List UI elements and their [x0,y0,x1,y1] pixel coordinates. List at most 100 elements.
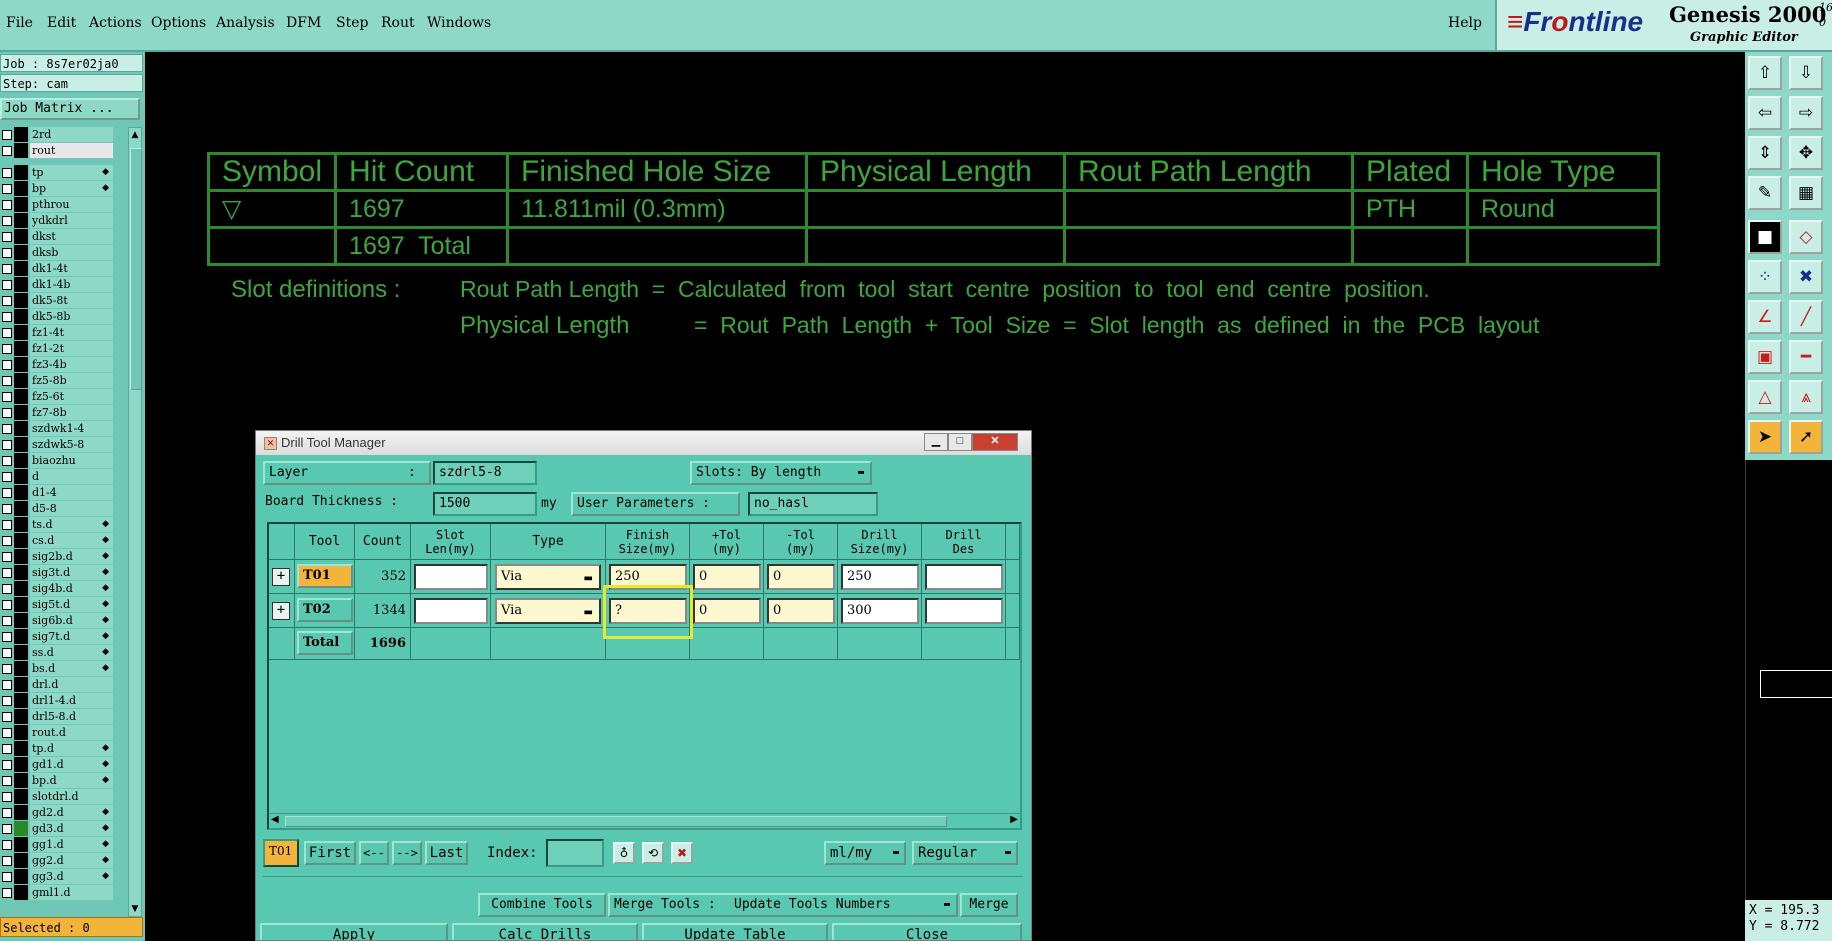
layer-name[interactable]: bs.d ◆ [30,661,113,676]
layer-checkbox[interactable] [2,376,12,386]
layer-color-swatch[interactable] [14,693,28,708]
layer-row[interactable]: biaozhu [0,453,116,469]
layer-name[interactable]: dk1-4b [30,277,113,292]
layer-checkbox[interactable] [2,344,12,354]
drill-des-input[interactable] [925,564,1003,590]
layer-color-swatch[interactable] [14,357,28,372]
layer-row[interactable]: sig7t.d ◆ [0,629,116,645]
layer-name[interactable]: fz3-4b [30,357,113,372]
layer-name[interactable]: bp ◆ [30,181,113,196]
layer-color-swatch[interactable] [14,373,28,388]
fill-mode-icon[interactable]: ■ [1748,220,1782,254]
menu-dfm[interactable]: DFM [286,15,321,31]
select-area-icon[interactable]: ➚ [1789,420,1823,454]
layer-checkbox[interactable] [2,440,12,450]
delete-icon[interactable]: ✖ [671,842,693,864]
layer-checkbox[interactable] [2,328,12,338]
layer-row[interactable]: szdwk5-8 [0,437,116,453]
layer-row[interactable]: gd1.d ◆ [0,757,116,773]
mode-selector[interactable]: Regular ▬ [912,841,1018,865]
layer-name[interactable]: rout [30,143,113,158]
layer-name[interactable]: dkst [30,229,113,244]
layer-name[interactable]: rout.d [30,725,113,740]
triangle-icon[interactable]: △ [1748,380,1782,414]
layer-row[interactable]: dksb [0,245,116,261]
job-matrix-button[interactable]: Job Matrix ... [0,98,140,120]
layer-color-swatch[interactable] [14,325,28,340]
prev-button[interactable]: <-- [359,841,389,865]
layer-checkbox[interactable] [2,568,12,578]
layer-name[interactable]: tp.d ◆ [30,741,113,756]
layer-name[interactable]: szdwk5-8 [30,437,113,452]
snap-pads-icon[interactable]: ⁘ [1748,260,1782,294]
layer-name[interactable]: fz5-6t [30,389,113,404]
layer-checkbox[interactable] [2,664,12,674]
slot-len-input[interactable] [414,598,488,624]
layer-checkbox[interactable] [2,632,12,642]
layer-color-swatch[interactable] [14,629,28,644]
layer-row[interactable]: cs.d ◆ [0,533,116,549]
layer-checkbox[interactable] [2,760,12,770]
layer-name[interactable]: sig6b.d ◆ [30,613,113,628]
layer-color-swatch[interactable] [14,741,28,756]
menu-actions[interactable]: Actions [89,15,142,31]
layer-name[interactable]: d1-4 [30,485,113,500]
layer-color-swatch[interactable] [14,709,28,724]
user-parameters-button[interactable]: User Parameters : [571,492,740,516]
snap-center-icon[interactable]: ✖ [1789,260,1823,294]
layer-name[interactable]: gg2.d ◆ [30,853,113,868]
layer-checkbox[interactable] [2,488,12,498]
layer-name[interactable]: sig2b.d ◆ [30,549,113,564]
layer-name[interactable]: dk5-8t [30,293,113,308]
layer-color-swatch[interactable] [14,181,28,196]
mini-map[interactable] [1745,460,1832,941]
layer-row[interactable]: rout.d [0,725,116,741]
layer-checkbox[interactable] [2,680,12,690]
layer-name[interactable]: slotdrl.d [30,789,113,804]
move-left-icon[interactable]: ⇦ [1748,96,1782,130]
layer-checkbox[interactable] [2,296,12,306]
layer-checkbox[interactable] [2,712,12,722]
layer-checkbox[interactable] [2,392,12,402]
menu-options[interactable]: Options [151,15,206,31]
layer-color-swatch[interactable] [14,773,28,788]
select-pointer-icon[interactable]: ➤ [1748,420,1782,454]
layer-checkbox[interactable] [2,184,12,194]
layer-checkbox[interactable] [2,408,12,418]
layer-color-swatch[interactable] [14,517,28,532]
tool-button-t02[interactable]: T02 [297,598,353,622]
layer-color-swatch[interactable] [14,293,28,308]
layer-row[interactable]: d [0,469,116,485]
layer-row[interactable]: fz5-8b [0,373,116,389]
layer-checkbox[interactable] [2,360,12,370]
layer-name[interactable]: cs.d ◆ [30,533,113,548]
layer-color-swatch[interactable] [14,597,28,612]
hscroll-thumb[interactable] [285,816,947,827]
layer-color-swatch[interactable] [14,789,28,804]
layer-checkbox[interactable] [2,536,12,546]
bulb-icon[interactable]: ♁ [613,842,635,864]
layer-color-swatch[interactable] [14,309,28,324]
layer-color-swatch[interactable] [14,143,28,158]
layer-row[interactable]: dk5-8b [0,309,116,325]
slot-len-input[interactable] [414,564,488,590]
calc-drills-button[interactable]: Calc Drills [452,923,638,940]
layer-checkbox[interactable] [2,584,12,594]
layer-name[interactable]: bp.d ◆ [30,773,113,788]
layer-color-swatch[interactable] [14,229,28,244]
layer-checkbox[interactable] [2,728,12,738]
plus-tol-input[interactable]: 0 [693,564,761,590]
layer-row[interactable]: dk1-4b [0,277,116,293]
units-selector[interactable]: ml/my ▬ [824,841,906,865]
expand-row-icon[interactable]: + [272,568,290,586]
layer-checkbox[interactable] [2,168,12,178]
layer-checkbox[interactable] [2,472,12,482]
scroll-up-icon[interactable]: ▲ [130,130,140,140]
layer-name[interactable]: pthrou [30,197,113,212]
layer-color-swatch[interactable] [14,197,28,212]
layer-row[interactable]: bp.d ◆ [0,773,116,789]
layer-color-swatch[interactable] [14,469,28,484]
layer-name[interactable]: gg1.d ◆ [30,837,113,852]
merge-button[interactable]: Merge [960,893,1018,917]
layer-name[interactable]: fz7-8b [30,405,113,420]
